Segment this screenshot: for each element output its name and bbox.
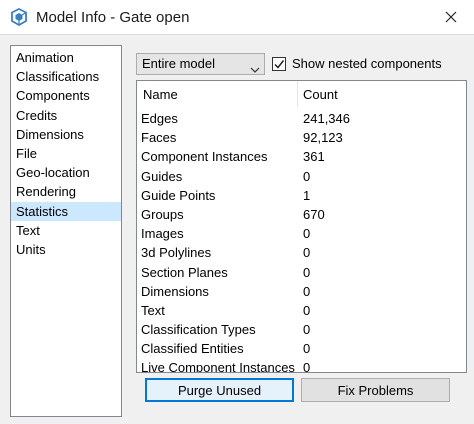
scope-select-value: Entire model (142, 56, 215, 71)
sidebar-item-units[interactable]: Units (11, 240, 121, 259)
table-row[interactable]: Guide Points 1 (137, 186, 466, 205)
row-name: Classified Entities (141, 341, 244, 357)
statistics-toolbar: Entire model Show nested components (136, 53, 466, 75)
chevron-down-icon (250, 60, 260, 73)
table-row[interactable]: Edges 241,346 (137, 109, 466, 128)
row-count: 0 (303, 168, 311, 184)
title-bar: Model Info - Gate open (0, 0, 474, 34)
table-row[interactable]: Classified Entities 0 (137, 339, 466, 358)
table-row[interactable]: Images 0 (137, 224, 466, 243)
table-row[interactable]: Classification Types 0 (137, 320, 466, 339)
sidebar-item-classifications[interactable]: Classifications (11, 67, 121, 86)
column-header-count[interactable]: Count (303, 87, 338, 102)
sidebar-item-statistics[interactable]: Statistics (11, 201, 121, 221)
row-count: 361 (303, 149, 325, 165)
category-list[interactable]: Animation Classifications Components Credit… (10, 45, 122, 417)
row-count: 0 (303, 245, 311, 261)
table-header: Name Count (137, 81, 466, 107)
sidebar-item-geo-location[interactable]: Geo-location (11, 163, 121, 182)
sidebar-item-dimensions[interactable]: Dimensions (11, 125, 121, 144)
nested-components-toggle[interactable]: Show nested components (272, 56, 442, 71)
table-row[interactable]: Groups 670 (137, 205, 466, 224)
row-count: 0 (303, 302, 311, 318)
dialog-content: Animation Classifications Components Credit… (0, 34, 474, 424)
fix-problems-button[interactable]: Fix Problems (301, 378, 450, 402)
table-row[interactable]: Live Component Instances 0 (137, 358, 466, 373)
table-row[interactable]: Faces 92,123 (137, 128, 466, 147)
row-name: Guide Points (141, 187, 216, 203)
row-name: 3d Polylines (141, 245, 212, 261)
sidebar-item-file[interactable]: File (11, 144, 121, 163)
nested-components-label: Show nested components (292, 56, 442, 71)
sketchup-app-icon (10, 7, 28, 27)
row-count: 0 (303, 341, 311, 357)
sidebar-item-rendering[interactable]: Rendering (11, 182, 121, 201)
sidebar-item-text[interactable]: Text (11, 221, 121, 240)
sidebar-item-animation[interactable]: Animation (11, 48, 121, 67)
row-name: Images (141, 226, 184, 242)
table-row[interactable]: 3d Polylines 0 (137, 243, 466, 262)
sidebar-item-components[interactable]: Components (11, 86, 121, 105)
row-name: Groups (141, 206, 184, 222)
table-row[interactable]: Component Instances 361 (137, 147, 466, 166)
row-name: Live Component Instances (141, 360, 295, 373)
column-header-name[interactable]: Name (143, 87, 178, 102)
row-name: Dimensions (141, 283, 209, 299)
checkmark-icon (274, 59, 285, 69)
window-title: Model Info - Gate open (36, 9, 190, 26)
table-row[interactable]: Dimensions 0 (137, 282, 466, 301)
table-row[interactable]: Section Planes 0 (137, 263, 466, 282)
row-count: 0 (303, 283, 311, 299)
row-name: Text (141, 302, 165, 318)
row-count: 670 (303, 206, 325, 222)
statistics-table[interactable]: Name Count Edges 241,346 Faces 92,123 Compon… (136, 80, 467, 373)
row-name: Classification Types (141, 322, 256, 338)
scope-select[interactable]: Entire model (136, 53, 265, 75)
column-divider[interactable] (297, 81, 298, 107)
row-count: 0 (303, 360, 311, 373)
row-count: 0 (303, 226, 311, 242)
nested-components-checkbox[interactable] (272, 56, 286, 71)
row-count: 0 (303, 322, 311, 338)
row-count: 92,123 (303, 130, 343, 146)
row-name: Edges (141, 111, 178, 126)
close-button[interactable] (428, 0, 474, 34)
sidebar-item-credits[interactable]: Credits (11, 106, 121, 125)
table-row[interactable]: Guides 0 (137, 167, 466, 186)
close-icon (445, 11, 457, 23)
row-count: 241,346 (303, 111, 350, 126)
row-name: Component Instances (141, 149, 268, 165)
table-body: Edges 241,346 Faces 92,123 Component Instanc… (137, 107, 466, 373)
row-count: 1 (303, 187, 311, 203)
row-count: 0 (303, 264, 311, 280)
row-name: Faces (141, 130, 177, 146)
table-row[interactable]: Text 0 (137, 301, 466, 320)
row-name: Guides (141, 168, 183, 184)
purge-unused-button[interactable]: Purge Unused (145, 378, 294, 402)
row-name: Section Planes (141, 264, 228, 280)
